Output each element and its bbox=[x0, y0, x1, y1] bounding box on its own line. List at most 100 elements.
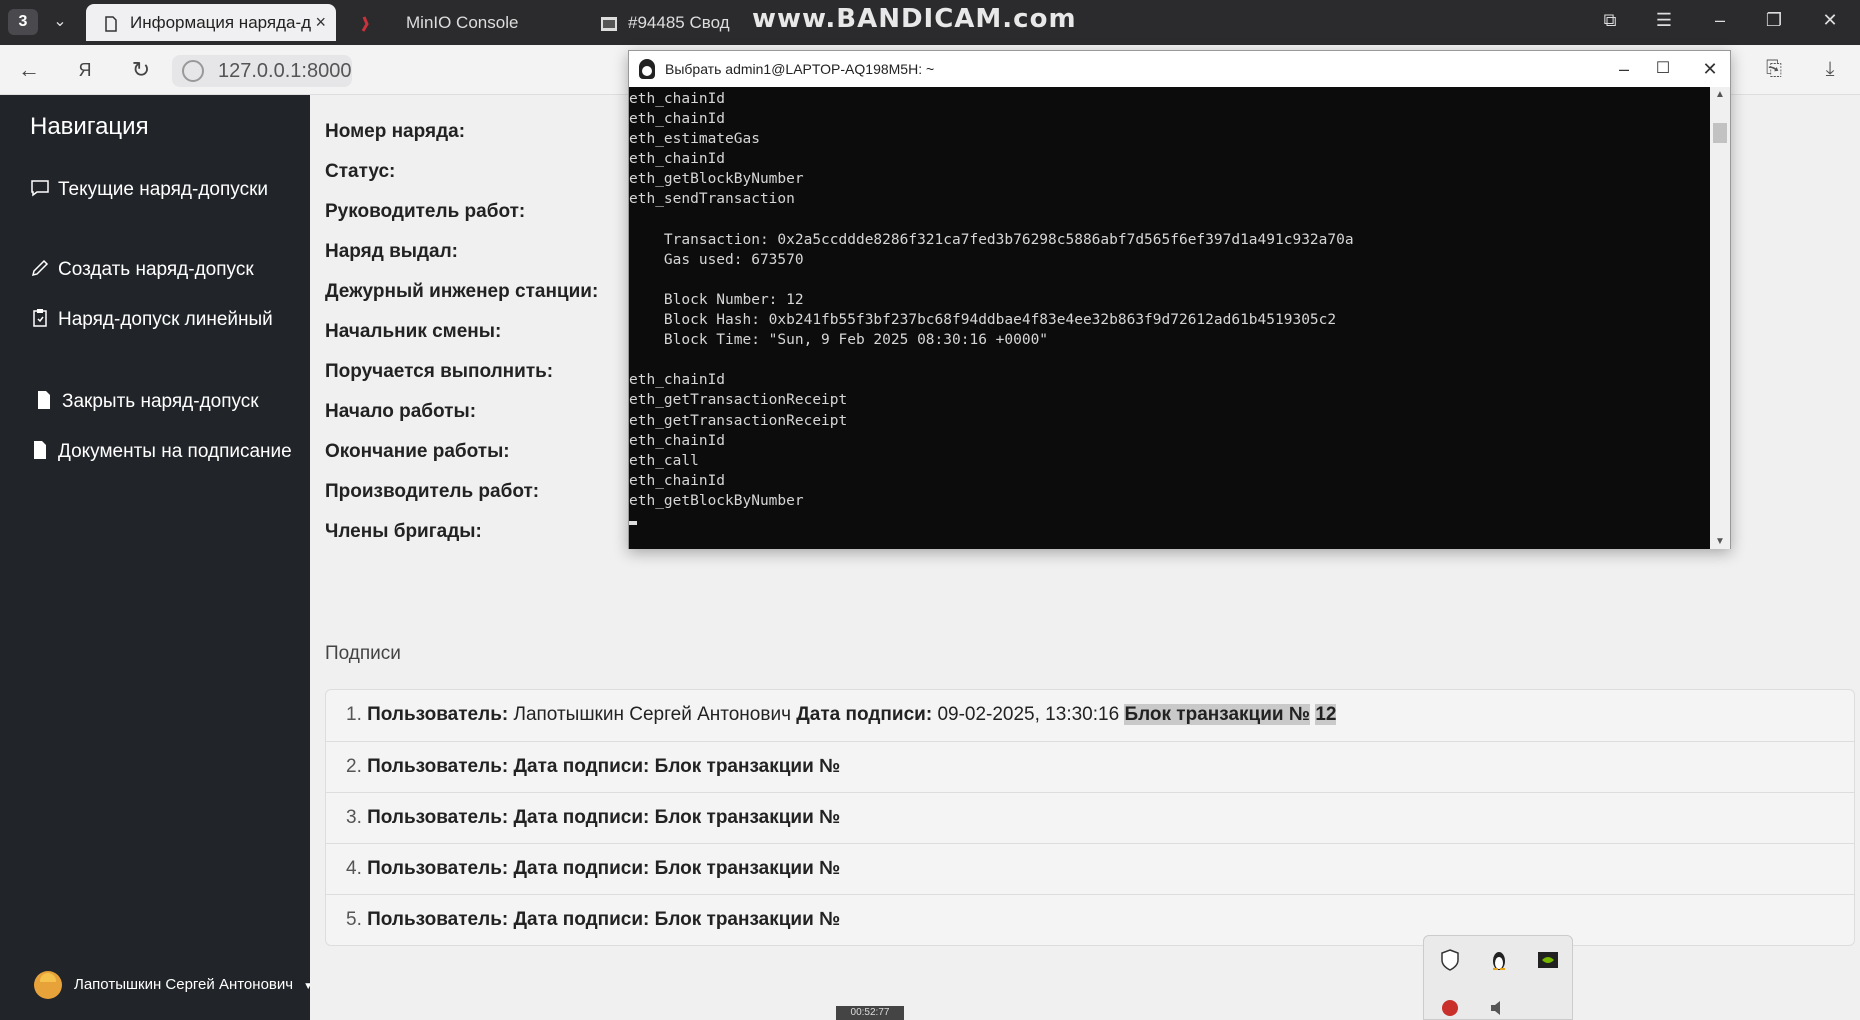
menu-icon[interactable]: ☰ bbox=[1650, 10, 1678, 31]
terminal-line: Transaction: 0x2a5ccddde8286f321ca7fed3b… bbox=[629, 231, 1354, 248]
chevron-down-icon[interactable]: ⌄ bbox=[48, 10, 72, 34]
terminal-line: Block Number: 12 bbox=[629, 291, 804, 308]
tab-count-badge[interactable]: 3 bbox=[8, 9, 38, 35]
field-team-members: Члены бригады: bbox=[325, 521, 482, 542]
user-menu[interactable]: Лапотышкин Сергей Антонович ▼ bbox=[34, 971, 313, 999]
sidebar-item-label: Документы на подписание bbox=[58, 441, 292, 462]
browser-tab-strip: 3 ⌄ Информация наряда-д × MinIO Console … bbox=[0, 0, 1860, 45]
terminal-line: eth_chainId bbox=[629, 432, 726, 449]
field-work-end: Окончание работы: bbox=[325, 441, 510, 462]
tab-order-info[interactable]: Информация наряда-д × bbox=[86, 4, 336, 41]
terminal-line: eth_chainId bbox=[629, 151, 726, 168]
terminal-output[interactable]: eth_chainId eth_chainId eth_estimateGas eth… bbox=[629, 87, 1710, 549]
tux-icon[interactable] bbox=[1487, 948, 1511, 972]
security-shield-icon[interactable] bbox=[1438, 948, 1462, 972]
terminal-line: eth_getTransactionReceipt bbox=[629, 412, 848, 429]
site-info-icon[interactable] bbox=[182, 60, 204, 82]
sidebar-item-label: Текущие наряд-допуски bbox=[58, 179, 268, 200]
field-status: Статус: bbox=[325, 161, 396, 182]
tab-label: MinIO Console bbox=[406, 13, 519, 32]
terminal-line: eth_getBlockByNumber bbox=[629, 171, 804, 188]
url-field[interactable]: 127.0.0.1:8000 bbox=[172, 55, 352, 87]
terminal-line: eth_getBlockByNumber bbox=[629, 492, 804, 509]
signature-row: 5. Пользователь: Дата подписи: Блок тран… bbox=[326, 894, 1854, 945]
minimize-icon[interactable]: – bbox=[1706, 10, 1734, 31]
tab-issue[interactable]: #94485 Свод bbox=[598, 4, 754, 41]
document-icon bbox=[38, 391, 50, 409]
close-window-icon[interactable]: ✕ bbox=[1816, 10, 1844, 31]
terminal-titlebar[interactable]: Выбрать admin1@LAPTOP-AQ198M5H: ~ – ☐ ✕ bbox=[629, 51, 1730, 87]
sidebar: Навигация Текущие наряд-допуски Создать … bbox=[0, 95, 313, 1020]
field-work-manager: Руководитель работ: bbox=[325, 201, 526, 222]
field-duty-engineer: Дежурный инженер станции: bbox=[325, 281, 599, 302]
speaker-icon[interactable] bbox=[1487, 996, 1511, 1020]
yandex-icon[interactable]: Я bbox=[70, 57, 100, 83]
tux-icon bbox=[639, 59, 655, 79]
sidebar-title: Навигация bbox=[30, 113, 149, 140]
scroll-thumb[interactable] bbox=[1713, 123, 1727, 143]
page-icon bbox=[105, 15, 117, 32]
sidebar-item-documents-to-sign[interactable]: Документы на подписание bbox=[30, 437, 300, 467]
close-tab-icon[interactable]: × bbox=[315, 4, 326, 41]
sidebar-item-label: Закрыть наряд-допуск bbox=[62, 391, 259, 412]
field-work-start: Начало работы: bbox=[325, 401, 477, 422]
sidebar-item-linear-order[interactable]: Наряд-допуск линейный bbox=[30, 305, 300, 335]
sidebar-item-current-orders[interactable]: Текущие наряд-допуски bbox=[30, 175, 300, 205]
terminal-line: eth_getTransactionReceipt bbox=[629, 392, 848, 409]
scroll-down-icon[interactable]: ▼ bbox=[1710, 536, 1730, 547]
clipboard-icon bbox=[33, 309, 47, 327]
signature-row: 4. Пользователь: Дата подписи: Блок тран… bbox=[326, 843, 1854, 894]
terminal-line: eth_chainId bbox=[629, 472, 726, 489]
close-icon[interactable]: ✕ bbox=[1690, 51, 1730, 87]
scroll-up-icon[interactable]: ▲ bbox=[1710, 89, 1730, 100]
sidebar-item-create-order[interactable]: Создать наряд-допуск bbox=[30, 255, 300, 285]
translate-icon[interactable]: ⎘ bbox=[1760, 58, 1788, 84]
terminal-line: eth_sendTransaction bbox=[629, 191, 795, 208]
field-order-number: Номер наряда: bbox=[325, 121, 466, 142]
signature-row: 3. Пользователь: Дата подписи: Блок тран… bbox=[326, 792, 1854, 843]
signatures-heading: Подписи bbox=[325, 643, 401, 664]
maximize-icon[interactable]: ☐ bbox=[1643, 51, 1683, 87]
nvidia-icon[interactable] bbox=[1536, 948, 1560, 972]
sidebar-item-label: Наряд-допуск линейный bbox=[58, 309, 273, 330]
terminal-line: eth_chainId bbox=[629, 111, 726, 128]
signatures-list: 1. Пользователь: Лапотышкин Сергей Антон… bbox=[325, 689, 1855, 946]
terminal-scrollbar[interactable]: ▲ ▼ bbox=[1710, 87, 1730, 549]
terminal-line: eth_estimateGas bbox=[629, 131, 760, 148]
recording-time: 00:52:77 bbox=[836, 1006, 904, 1020]
terminal-lines: eth_chainId eth_chainId eth_estimateGas eth… bbox=[629, 89, 1710, 511]
tab-label: #94485 Свод bbox=[628, 13, 730, 32]
document-icon bbox=[34, 441, 46, 459]
sidebar-item-close-order[interactable]: Закрыть наряд-допуск bbox=[30, 387, 300, 417]
user-name: Лапотышкин Сергей Антонович bbox=[74, 975, 294, 993]
url-text: 127.0.0.1:8000 bbox=[218, 60, 352, 82]
field-assigned-to: Поручается выполнить: bbox=[325, 361, 554, 382]
bookmarks-icon[interactable]: ⧉ bbox=[1596, 10, 1624, 31]
restore-icon[interactable]: ❐ bbox=[1760, 10, 1788, 31]
back-arrow-icon[interactable]: ← bbox=[14, 57, 44, 83]
terminal-line: Block Hash: 0xb241fb55f3bf237bc68f94ddba… bbox=[629, 312, 1337, 329]
tab-minio[interactable]: MinIO Console bbox=[352, 4, 562, 41]
chat-icon bbox=[31, 180, 49, 197]
tray-overflow-popup bbox=[1423, 935, 1573, 1020]
download-icon[interactable]: ⤓ bbox=[1816, 58, 1844, 84]
terminal-cursor bbox=[629, 520, 637, 525]
avatar bbox=[34, 971, 62, 999]
record-icon[interactable] bbox=[1438, 996, 1462, 1020]
reload-icon[interactable]: ↻ bbox=[126, 57, 156, 83]
terminal-window[interactable]: Выбрать admin1@LAPTOP-AQ198M5H: ~ – ☐ ✕ … bbox=[628, 50, 1731, 549]
terminal-line: eth_call bbox=[629, 452, 699, 469]
minio-logo-icon bbox=[361, 15, 369, 32]
tracker-logo-icon bbox=[601, 16, 617, 31]
field-shift-chief: Начальник смены: bbox=[325, 321, 502, 342]
field-work-producer: Производитель работ: bbox=[325, 481, 540, 502]
terminal-line: eth_chainId bbox=[629, 91, 726, 107]
terminal-line: eth_chainId bbox=[629, 372, 726, 389]
terminal-line: Gas used: 673570 bbox=[629, 251, 804, 268]
signature-row: 1. Пользователь: Лапотышкин Сергей Антон… bbox=[346, 704, 1337, 725]
minimize-icon[interactable]: – bbox=[1604, 51, 1644, 87]
signature-row: 2. Пользователь: Дата подписи: Блок тран… bbox=[326, 741, 1854, 792]
